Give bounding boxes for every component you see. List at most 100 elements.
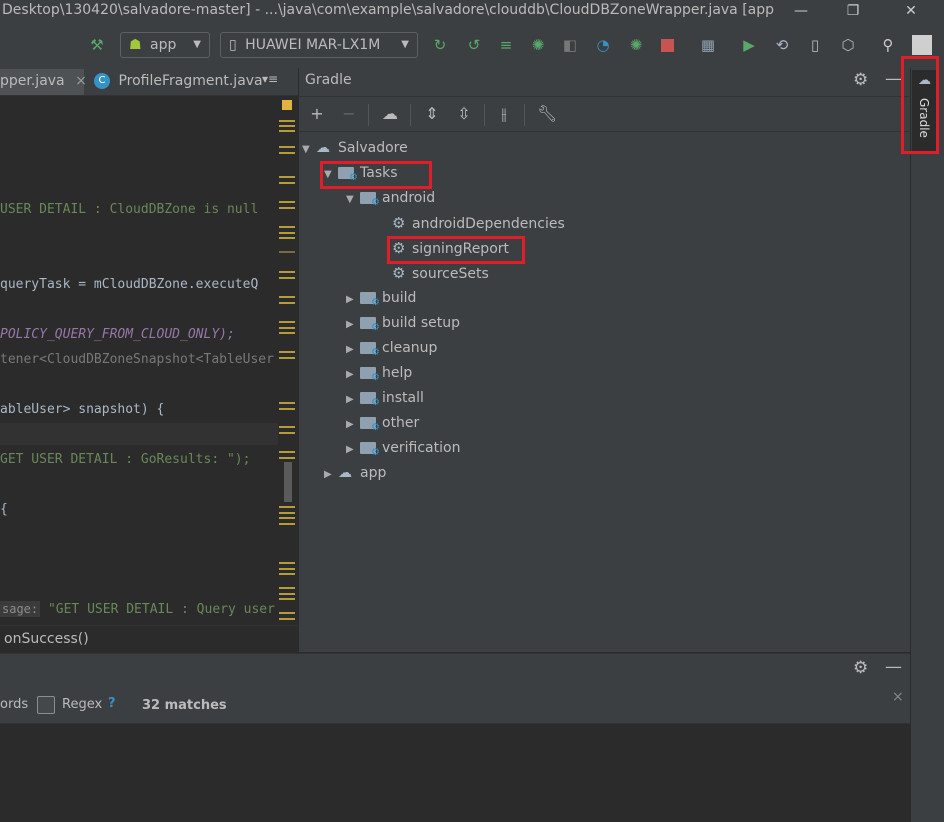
- elephant-icon: ☁: [316, 140, 330, 156]
- profile-icon[interactable]: ◔: [594, 36, 612, 54]
- minimize-button[interactable]: —: [778, 0, 824, 22]
- tree-item-label: sourceSets: [412, 266, 489, 282]
- stop-icon[interactable]: [661, 39, 674, 52]
- elephant-icon[interactable]: ☁: [380, 104, 400, 124]
- tree-item-group[interactable]: ▶ ⚙ other: [346, 411, 419, 435]
- tree-item-label: app: [360, 465, 387, 481]
- collapsed-arrow-icon[interactable]: ▶: [346, 338, 360, 362]
- code-line: USER DETAIL : CloudDBZone is null: [0, 202, 259, 217]
- wrench-icon[interactable]: 🔧︎: [537, 104, 557, 124]
- device-manager-icon[interactable]: ▯: [806, 36, 824, 54]
- tree-item-group[interactable]: ▶ ⚙ verification: [346, 436, 460, 460]
- chevron-down-icon: ▼: [401, 39, 409, 50]
- tree-item-salvadore[interactable]: ▼ ☁ Salvadore: [302, 136, 408, 160]
- expanded-arrow-icon[interactable]: ▼: [346, 188, 360, 212]
- breadcrumb-item[interactable]: onSuccess(): [4, 631, 89, 647]
- run-tests-icon[interactable]: ✺: [627, 36, 645, 54]
- close-icon[interactable]: ×: [892, 689, 904, 705]
- collapsed-arrow-icon[interactable]: ▶: [346, 313, 360, 337]
- tree-item-label: help: [382, 365, 413, 381]
- avatar[interactable]: [912, 35, 932, 55]
- close-icon[interactable]: ×: [75, 73, 87, 89]
- attach-icon[interactable]: ◧: [561, 36, 579, 54]
- collapsed-arrow-icon[interactable]: ▶: [346, 438, 360, 462]
- hide-icon[interactable]: —: [885, 657, 902, 677]
- code-editor[interactable]: USER DETAIL : CloudDBZone is null queryT…: [0, 96, 278, 652]
- add-icon[interactable]: +: [307, 104, 327, 124]
- tab-list-menu[interactable]: ▾≡: [262, 72, 278, 86]
- restore-button[interactable]: ❐: [830, 0, 876, 22]
- tree-item-label: android: [382, 190, 436, 206]
- tree-item-label: build setup: [382, 315, 461, 331]
- match-count: 32 matches: [142, 698, 227, 713]
- tree-item-label: androidDependencies: [412, 216, 565, 232]
- tab-label: pper.java: [0, 73, 65, 89]
- apply-changes-icon[interactable]: ↻: [431, 36, 449, 54]
- gear-icon[interactable]: ⚙: [853, 70, 868, 90]
- scroll-thumb[interactable]: [284, 462, 292, 502]
- regex-label: Regex: [62, 697, 103, 712]
- tree-item-task[interactable]: ⚙ androidDependencies: [392, 211, 565, 235]
- expand-all-icon[interactable]: ⇕: [422, 104, 442, 124]
- gradle-header: Gradle ⚙ —: [298, 68, 910, 97]
- toggle-offline-icon[interactable]: ⫲: [494, 104, 514, 124]
- sdk-icon[interactable]: ⬡: [839, 36, 857, 54]
- collapsed-arrow-icon[interactable]: ▶: [346, 413, 360, 437]
- collapse-all-icon[interactable]: ⇳: [454, 104, 474, 124]
- remove-icon[interactable]: −: [339, 104, 359, 124]
- collapsed-arrow-icon[interactable]: ▶: [346, 363, 360, 387]
- device-value: HUAWEI MAR-LX1M: [245, 37, 381, 53]
- gear-icon: ⚙: [392, 264, 406, 282]
- regex-help-link[interactable]: ?: [108, 696, 116, 711]
- phone-icon: ▯: [229, 37, 237, 53]
- breadcrumb[interactable]: onSuccess(): [0, 625, 298, 653]
- folder-icon: ⚙: [360, 392, 380, 408]
- tree-item-group[interactable]: ▶ ⚙ build: [346, 286, 416, 310]
- find-bar: ords Regex ? 32 matches ×: [0, 685, 910, 724]
- tree-item-task[interactable]: ⚙ sourceSets: [392, 261, 489, 285]
- hammer-icon[interactable]: ⚒: [88, 36, 106, 54]
- code-line: GET USER DETAIL : GoResults: ");: [0, 452, 251, 467]
- tab-label: ProfileFragment.java: [118, 73, 263, 89]
- caret-line: [0, 423, 278, 445]
- device-select[interactable]: ▯ HUAWEI MAR-LX1M ▼: [220, 32, 418, 58]
- tree-item-group[interactable]: ▶ ⚙ build setup: [346, 311, 460, 335]
- code-line: {: [0, 502, 8, 517]
- words-label: ords: [0, 697, 29, 712]
- code-line: queryTask = mCloudDBZone.executeQ: [0, 277, 259, 292]
- tab-cloud-db-zone-wrapper[interactable]: pper.java ×: [0, 69, 87, 95]
- tree-item-group[interactable]: ▶ ⚙ help: [346, 361, 412, 385]
- tree-item-app[interactable]: ▶ ☁ app: [324, 461, 386, 485]
- avd-icon[interactable]: ▶: [740, 36, 758, 54]
- tab-profile-fragment[interactable]: C ProfileFragment.java: [88, 69, 263, 95]
- code-line: POLICY_QUERY_FROM_CLOUD_ONLY);: [0, 327, 235, 342]
- tree-item-group[interactable]: ▶ ⚙ cleanup: [346, 336, 437, 360]
- expanded-arrow-icon[interactable]: ▼: [302, 138, 316, 162]
- folder-icon: ⚙: [360, 442, 380, 458]
- gradle-sync-icon[interactable]: ⟲: [773, 36, 791, 54]
- apply-code-changes-icon[interactable]: ↺: [465, 36, 483, 54]
- collapsed-arrow-icon[interactable]: ▶: [346, 388, 360, 412]
- gear-icon[interactable]: ⚙: [853, 658, 868, 678]
- close-window-button[interactable]: ✕: [888, 0, 934, 22]
- warning-indicator[interactable]: [282, 100, 292, 110]
- folder-icon: ⚙: [360, 342, 380, 358]
- tree-item-label: cleanup: [382, 340, 438, 356]
- search-icon[interactable]: ⚲: [879, 36, 897, 54]
- tree-item-android[interactable]: ▼ ⚙ android: [346, 186, 435, 210]
- project-structure-icon[interactable]: ▦: [699, 36, 717, 54]
- hide-icon[interactable]: —: [885, 69, 902, 89]
- code-line-param: sage: "GET USER DETAIL : Query user: [0, 601, 275, 617]
- error-stripe[interactable]: [278, 96, 298, 652]
- android-icon: ☗: [129, 37, 142, 53]
- gradle-title: Gradle: [305, 72, 352, 88]
- regex-checkbox[interactable]: [37, 696, 55, 714]
- debug-icon[interactable]: ✺: [529, 36, 547, 54]
- sync-icon[interactable]: ≡: [497, 36, 515, 54]
- tree-item-group[interactable]: ▶ ⚙ install: [346, 386, 424, 410]
- highlight-gradle-side-tab: [901, 56, 939, 154]
- collapsed-arrow-icon[interactable]: ▶: [346, 288, 360, 312]
- chevron-down-icon: ▼: [193, 39, 201, 50]
- collapsed-arrow-icon[interactable]: ▶: [324, 463, 338, 487]
- run-config-select[interactable]: ☗ app ▼: [120, 32, 210, 58]
